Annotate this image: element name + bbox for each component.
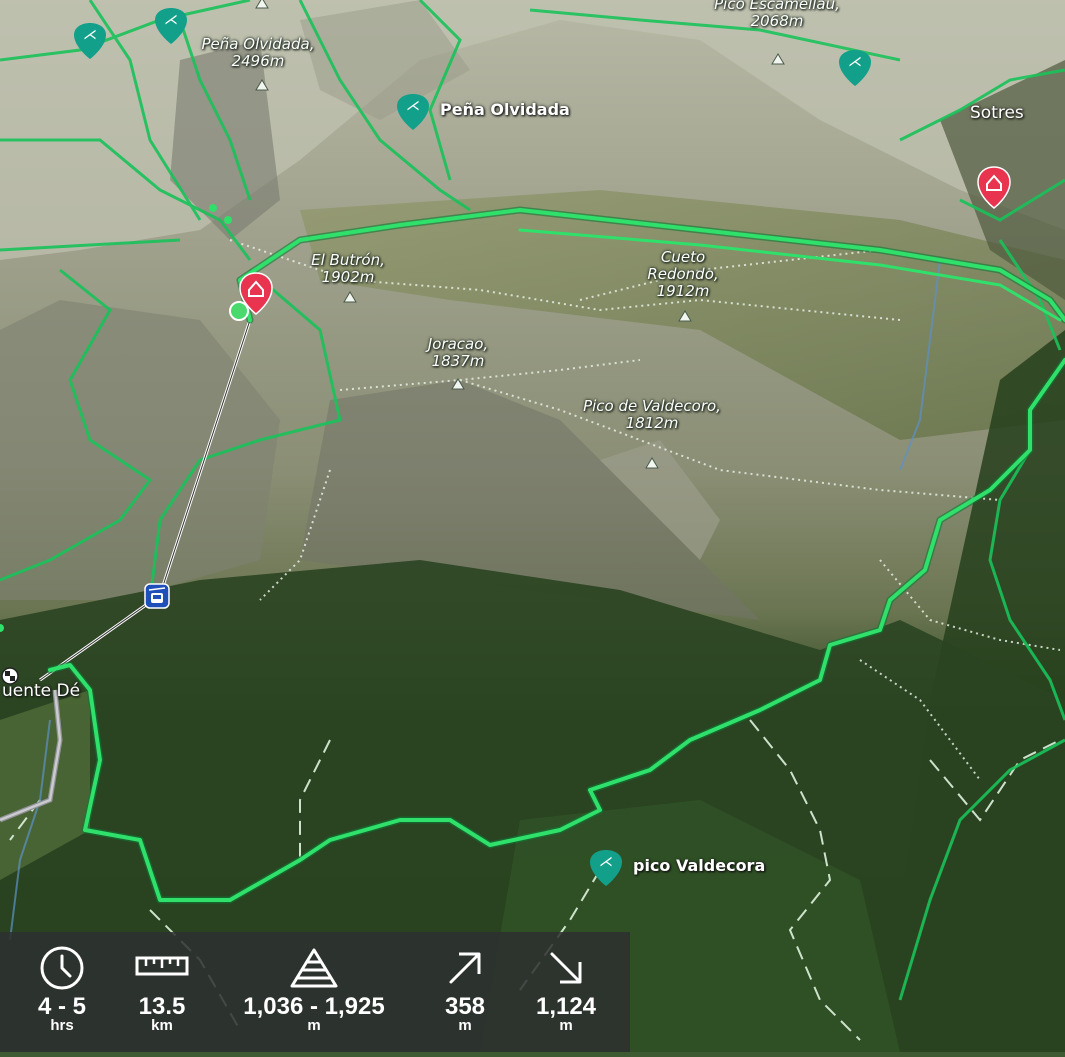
svg-text:⋌: ⋌ [164,12,178,28]
peak-label-pico-de-valdecoro: Pico de Valdecoro, 1812m [583,397,721,432]
place-label-sotres: Sotres [970,103,1024,123]
terrain-map[interactable]: ⋌ ⋌ ⋌ ⋌ ⋌ [0,0,1065,1052]
stat-distance: 13.5 km [87,932,237,1052]
svg-text:⋌: ⋌ [848,54,862,70]
elevation-icon [290,948,338,988]
elevation-range-unit: m [307,1017,321,1034]
peak-label-pena-olvidada: Peña Olvidada, 2496m [201,35,315,70]
peak-label-el-butron: El Butrón, 1902m [311,251,385,286]
poi-label-pena-olvidada[interactable]: Peña Olvidada [440,100,570,119]
descent-arrow-icon [550,952,582,984]
route-stats-bar: 4 - 5 hrs 13.5 km 1,036 - 1,925 m 358 m … [0,932,630,1052]
svg-text:⋌: ⋌ [599,854,613,870]
peak-label-pico-escamellau: Pico Escamellau, 2068m [714,0,840,30]
svg-text:⋌: ⋌ [83,27,97,43]
poi-label-pico-valdecora[interactable]: pico Valdecora [633,856,765,875]
svg-text:⋌: ⋌ [406,98,420,114]
ruler-icon [135,956,189,976]
clock-icon [40,946,84,990]
peak-label-cueto-redondo: Cueto Redondo, 1912m [647,248,719,300]
distance-unit: km [151,1017,173,1034]
place-label-fuente-de: uente Dé [2,681,81,701]
terrain-map-background[interactable]: ⋌ ⋌ ⋌ ⋌ ⋌ [0,0,1065,1052]
peak-label-joracao: Joracao, 1837m [427,335,489,370]
stat-elevation-range: 1,036 - 1,925 m [239,932,389,1052]
cable-car-icon [144,583,170,609]
stat-descent: 1,124 m [491,932,641,1052]
descent-unit: m [559,1017,573,1034]
ascent-arrow-icon [449,952,481,984]
